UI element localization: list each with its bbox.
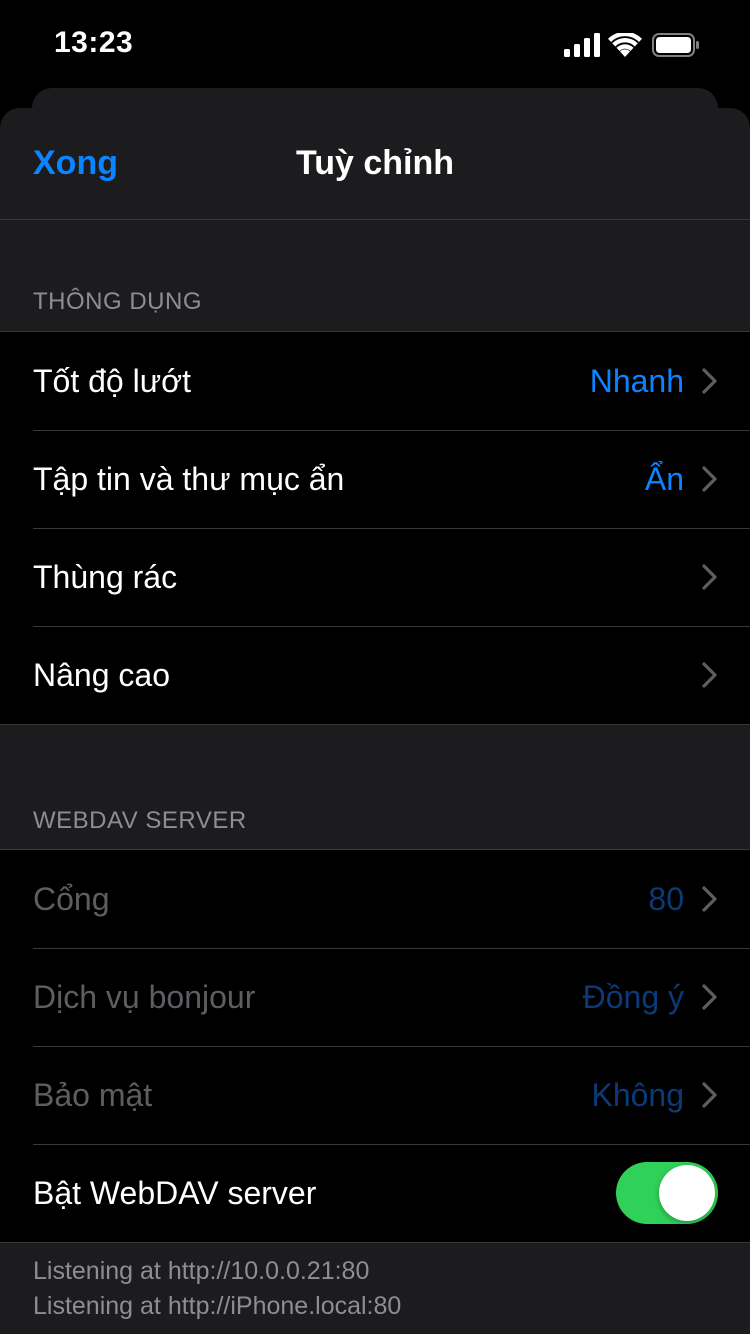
row-label: Nâng cao: [33, 656, 170, 693]
chevron-right-icon: [702, 662, 717, 688]
chevron-right-icon: [702, 368, 717, 394]
row-hidden-files[interactable]: Tập tin và thư mục ẩn Ẩn: [0, 430, 750, 528]
row-trash[interactable]: Thùng rác: [0, 528, 750, 626]
chevron-right-icon: [702, 564, 717, 590]
row-label: Bảo mật: [33, 1076, 153, 1113]
settings-sheet: Xong Tuỳ chỉnh THÔNG DỤNG Tốt độ lướt Nh…: [0, 108, 750, 1334]
row-value: 80: [648, 880, 684, 917]
server-footer: Listening at http://10.0.0.21:80 Listeni…: [33, 1254, 401, 1324]
chevron-right-icon: [702, 1082, 717, 1108]
row-label: Bật WebDAV server: [33, 1174, 317, 1211]
row-bonjour[interactable]: Dịch vụ bonjour Đồng ý: [0, 948, 750, 1046]
row-label: Thùng rác: [33, 558, 178, 595]
row-label: Tốt độ lướt: [33, 362, 192, 399]
chevron-right-icon: [702, 984, 717, 1010]
toggle-knob: [659, 1165, 715, 1221]
battery-icon: [652, 33, 699, 57]
row-value: Không: [591, 1076, 684, 1113]
chevron-right-icon: [702, 886, 717, 912]
row-label: Cổng: [33, 880, 110, 917]
row-port[interactable]: Cổng 80: [0, 850, 750, 948]
row-security[interactable]: Bảo mật Không: [0, 1046, 750, 1144]
page-title: Tuỳ chỉnh: [295, 144, 455, 182]
row-value: Ẩn: [644, 460, 684, 497]
general-settings-group: Tốt độ lướt Nhanh Tập tin và thư mục ẩn …: [0, 331, 750, 725]
webdav-settings-group: Cổng 80 Dịch vụ bonjour Đồng ý Bảo mật K…: [0, 849, 750, 1243]
signal-icon: [564, 33, 600, 57]
row-value: Nhanh: [589, 362, 684, 399]
section-header-general: THÔNG DỤNG: [33, 288, 202, 315]
row-enable-webdav: Bật WebDAV server: [0, 1144, 750, 1242]
section-header-webdav: WEBDAV SERVER: [33, 807, 247, 834]
footer-line: Listening at http://10.0.0.21:80: [33, 1257, 370, 1285]
webdav-toggle[interactable]: [616, 1162, 718, 1224]
chevron-right-icon: [702, 466, 717, 492]
wifi-icon: [608, 33, 642, 57]
footer-line: Listening at http://iPhone.local:80: [33, 1292, 402, 1320]
navigation-bar: Xong Tuỳ chỉnh: [0, 108, 750, 220]
row-label: Dịch vụ bonjour: [33, 978, 256, 1015]
row-label: Tập tin và thư mục ẩn: [33, 460, 345, 497]
row-value: Đồng ý: [582, 978, 684, 1015]
row-scroll-speed[interactable]: Tốt độ lướt Nhanh: [0, 332, 750, 430]
status-time: 13:23: [54, 26, 134, 59]
row-advanced[interactable]: Nâng cao: [0, 626, 750, 724]
status-bar: 13:23: [0, 0, 750, 90]
